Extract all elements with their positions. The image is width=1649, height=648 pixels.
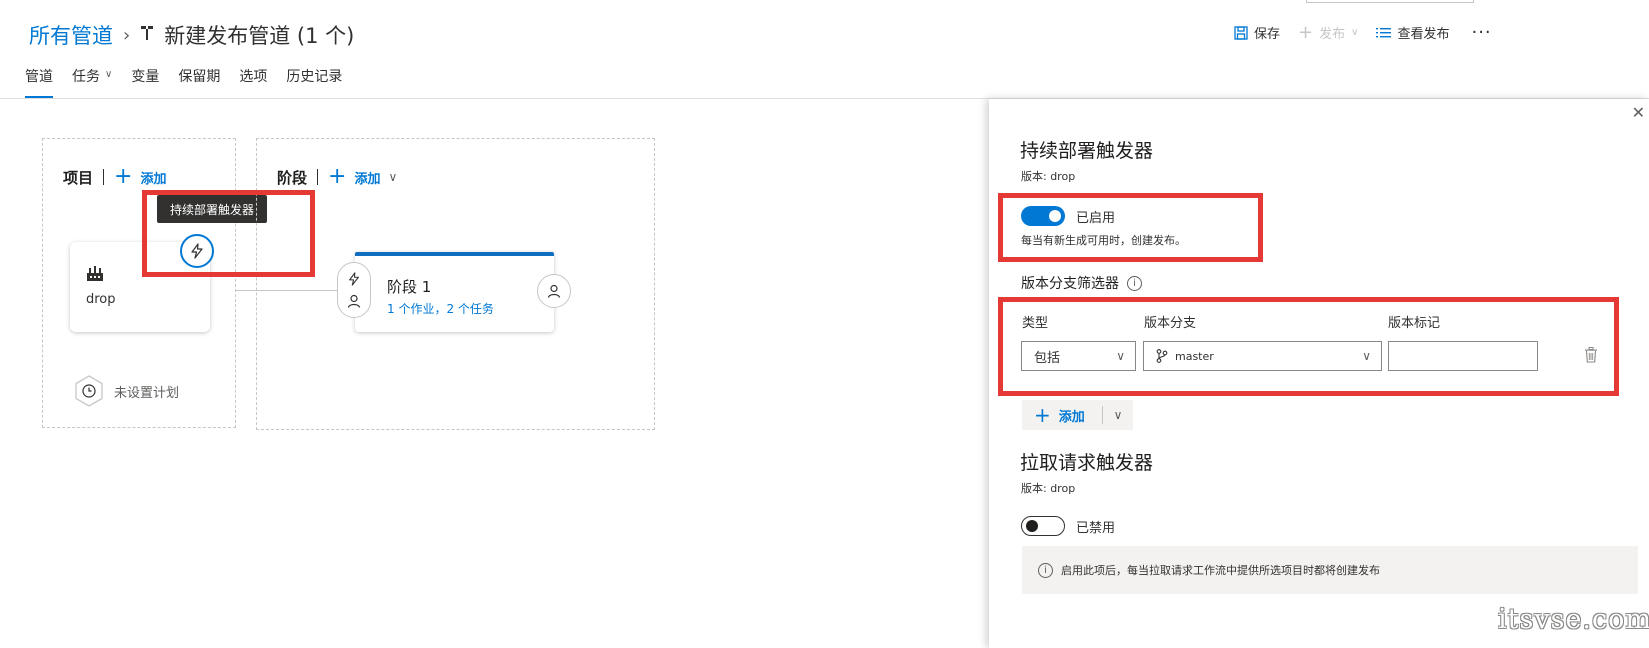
post-deployment-conditions[interactable] [537, 274, 571, 308]
clock-icon [75, 375, 103, 407]
info-icon[interactable]: i [1127, 275, 1142, 291]
release-pipeline-icon [140, 25, 154, 45]
build-artifact-icon [86, 266, 104, 286]
tab-history-label: 历史记录 [286, 69, 343, 85]
highlight-box [998, 193, 1263, 262]
tab-tasks-label: 任务 [72, 69, 100, 85]
pr-trigger-info-text: 启用此项后，每当拉取请求工作流中提供所选项目时都将创建发布 [1061, 564, 1380, 577]
add-artifact-button[interactable]: + 添加 [114, 166, 166, 188]
breadcrumb-all-pipelines-link[interactable]: 所有管道 [29, 20, 113, 50]
save-button[interactable]: 保存 [1234, 23, 1280, 42]
tab-pipeline[interactable]: 管道 [25, 66, 53, 98]
breadcrumb-separator: › [123, 24, 131, 46]
pr-trigger-title: 拉取请求触发器 [1020, 452, 1154, 474]
tab-variables-label: 变量 [131, 69, 160, 85]
tab-retention[interactable]: 保留期 [178, 66, 220, 98]
plus-icon: + [114, 164, 133, 189]
person-icon [347, 294, 361, 308]
plus-icon: + [1298, 21, 1314, 43]
add-artifact-label: 添加 [140, 171, 167, 187]
view-releases-button[interactable]: 查看发布 [1376, 23, 1449, 42]
cd-trigger-subtitle: 版本: drop [1021, 170, 1076, 183]
divider [317, 169, 319, 185]
info-icon: i [1038, 562, 1053, 578]
pre-deployment-conditions[interactable] [337, 262, 371, 318]
view-releases-label: 查看发布 [1397, 27, 1450, 42]
artifacts-header: 项目 + 添加 [63, 166, 166, 188]
stages-title: 阶段 [277, 168, 308, 187]
tab-options-label: 选项 [239, 69, 268, 85]
chevron-down-icon[interactable]: ∨ [1103, 408, 1133, 422]
list-icon [1376, 27, 1392, 37]
pr-trigger-toggle[interactable] [1021, 516, 1065, 536]
person-icon [547, 284, 561, 298]
more-actions-button[interactable]: ··· [1471, 22, 1491, 43]
release-button[interactable]: + 发布 ∨ [1298, 23, 1358, 42]
highlight-box [998, 297, 1619, 396]
cd-trigger-title: 持续部署触发器 [1020, 140, 1154, 162]
stage-card[interactable]: 阶段 1 1 个作业，2 个任务 [355, 252, 554, 332]
add-filter-button[interactable]: + 添加 [1022, 405, 1102, 425]
release-label: 发布 [1319, 27, 1346, 42]
close-icon[interactable]: ✕ [1632, 103, 1645, 122]
divider [103, 169, 105, 185]
watermark-text: itsvse.com [1498, 604, 1649, 635]
breadcrumb: 所有管道 › 新建发布管道 (1 个) [29, 18, 354, 52]
add-stage-label: 添加 [354, 171, 381, 187]
toolbar: 保存 + 发布 ∨ 查看发布 ··· [1234, 22, 1492, 43]
add-filter-split-button: + 添加 ∨ [1022, 400, 1133, 430]
chevron-down-icon: ∨ [388, 170, 398, 184]
chevron-down-icon: ∨ [105, 69, 113, 80]
save-label: 保存 [1254, 27, 1281, 42]
chevron-down-icon: ∨ [1351, 27, 1359, 38]
tab-retention-label: 保留期 [178, 69, 221, 85]
tab-tasks[interactable]: 任务 ∨ [72, 66, 112, 98]
plus-icon: + [1034, 403, 1051, 427]
highlight-box [142, 190, 315, 277]
branch-filters-header: 版本分支筛选器 i [1021, 273, 1142, 293]
page-title: 新建发布管道 (1 个) [164, 24, 355, 48]
tab-bar: 管道 任务 ∨ 变量 保留期 选项 历史记录 [25, 66, 361, 98]
add-filter-label: 添加 [1058, 409, 1085, 425]
pr-trigger-toggle-label: 已禁用 [1076, 521, 1116, 536]
stage-name: 阶段 1 [387, 278, 432, 296]
stage-summary-link[interactable]: 1 个作业，2 个任务 [387, 300, 494, 317]
lightning-icon [349, 272, 359, 286]
artifact-name: drop [86, 292, 116, 307]
schedule-trigger[interactable]: 未设置计划 [72, 374, 179, 408]
plus-icon: + [328, 164, 347, 189]
save-icon [1234, 25, 1248, 40]
tab-options[interactable]: 选项 [239, 66, 267, 98]
artifacts-title: 项目 [63, 168, 94, 187]
stages-header: 阶段 + 添加 ∨ [277, 166, 397, 188]
tab-variables[interactable]: 变量 [131, 66, 159, 98]
tab-history[interactable]: 历史记录 [286, 66, 342, 98]
pr-trigger-subtitle: 版本: drop [1021, 482, 1076, 495]
branch-filters-title: 版本分支筛选器 [1021, 276, 1119, 292]
schedule-label: 未设置计划 [114, 385, 180, 401]
header: 所有管道 › 新建发布管道 (1 个) 保存 + 发布 ∨ 查看发布 ··· 管… [0, 0, 1649, 99]
tab-pipeline-label: 管道 [25, 69, 53, 85]
add-stage-button[interactable]: + 添加 ∨ [328, 166, 397, 188]
pr-trigger-info-bar: i 启用此项后，每当拉取请求工作流中提供所选项目时都将创建发布 [1022, 546, 1638, 594]
